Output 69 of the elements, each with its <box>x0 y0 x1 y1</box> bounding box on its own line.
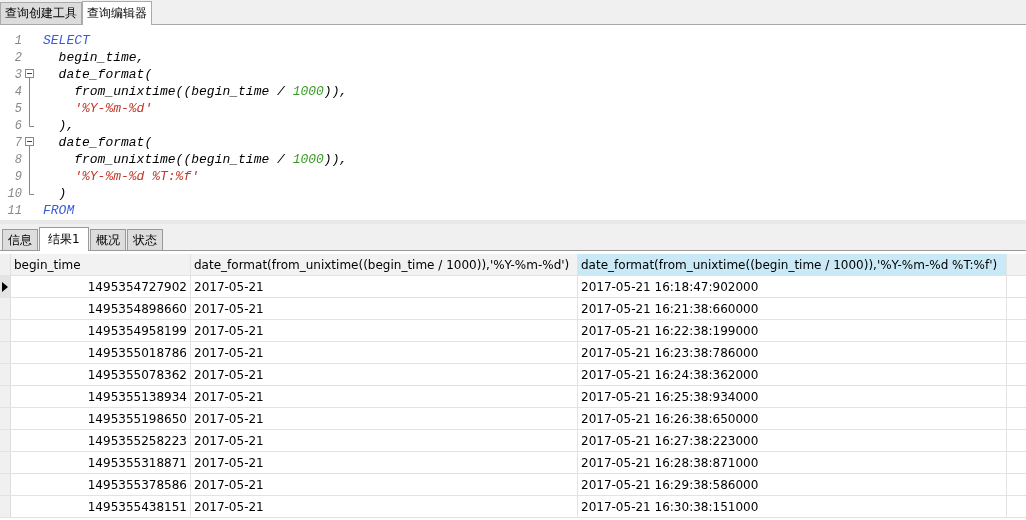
code-line: date_format( <box>57 67 153 82</box>
table-cell: 2017-05-21 <box>191 342 578 363</box>
result-tab[interactable]: 概况 <box>89 229 126 250</box>
result-tab[interactable]: 信息 <box>2 229 38 250</box>
fold-end-line <box>29 185 34 195</box>
table-cell: 2017-05-21 16:27:38:223000 <box>578 430 1007 451</box>
current-row-icon <box>2 281 8 292</box>
table-cell: 2017-05-21 16:25:38:934000 <box>578 386 1007 407</box>
table-cell: 2017-05-21 <box>191 298 578 319</box>
code-line: SELECT <box>43 33 90 48</box>
line-number: 8 <box>13 152 22 167</box>
line-number: 5 <box>13 101 22 116</box>
table-cell: 2017-05-21 <box>191 408 578 429</box>
result-tab[interactable]: 结果1 <box>39 227 89 251</box>
line-number: 3 <box>13 67 22 82</box>
table-cell: 2017-05-21 <box>191 364 578 385</box>
table-cell: 2017-05-21 16:28:38:871000 <box>578 452 1007 473</box>
table-cell: 1495354958199 <box>11 320 191 341</box>
code-line: from_unixtime((begin_time / 1000)), <box>73 152 348 167</box>
line-number: 7 <box>13 135 22 150</box>
table-cell: 1495355198650 <box>11 408 191 429</box>
table-cell: 2017-05-21 <box>191 386 578 407</box>
editor-tab[interactable]: 查询创建工具 <box>0 2 82 24</box>
collapse-icon[interactable] <box>25 134 34 151</box>
code-line: begin_time, <box>57 50 145 65</box>
table-cell: 2017-05-21 <box>191 320 578 341</box>
table-cell: 1495355438151 <box>11 496 191 517</box>
fold-end-line <box>29 117 34 127</box>
table-cell: 2017-05-21 16:29:38:586000 <box>578 474 1007 495</box>
line-number: 9 <box>13 169 22 184</box>
line-number: 10 <box>6 186 22 201</box>
table-cell: 1495355318871 <box>11 452 191 473</box>
table-cell: 2017-05-21 16:30:38:151000 <box>578 496 1007 517</box>
table-cell: 2017-05-21 16:18:47:902000 <box>578 276 1007 297</box>
code-line: from_unixtime((begin_time / 1000)), <box>73 84 348 99</box>
table-cell: 1495355258223 <box>11 430 191 451</box>
code-line: ) <box>57 186 67 201</box>
code-line: FROM <box>43 203 75 218</box>
collapse-icon[interactable] <box>25 66 34 83</box>
column-header[interactable]: begin_time <box>11 254 191 275</box>
table-cell: 1495355378586 <box>11 474 191 495</box>
table-cell: 2017-05-21 16:21:38:660000 <box>578 298 1007 319</box>
table-cell: 2017-05-21 <box>191 496 578 517</box>
code-line: '%Y-%m-%d %T:%f' <box>73 169 200 184</box>
editor-tab[interactable]: 查询编辑器 <box>82 1 152 25</box>
table-cell: 2017-05-21 <box>191 452 578 473</box>
table-cell: 2017-05-21 <box>191 276 578 297</box>
table-cell: 1495354898660 <box>11 298 191 319</box>
table-cell: 2017-05-21 <box>191 430 578 451</box>
table-cell: 2017-05-21 16:26:38:650000 <box>578 408 1007 429</box>
line-number: 4 <box>13 84 22 99</box>
code-line: ), <box>57 118 75 133</box>
code-line: '%Y-%m-%d' <box>73 101 153 116</box>
line-number: 1 <box>13 33 22 48</box>
table-cell: 1495355078362 <box>11 364 191 385</box>
result-tab[interactable]: 状态 <box>126 229 163 250</box>
line-number: 6 <box>13 118 22 133</box>
table-cell: 2017-05-21 16:23:38:786000 <box>578 342 1007 363</box>
table-cell: 1495355138934 <box>11 386 191 407</box>
table-cell: 2017-05-21 16:22:38:199000 <box>578 320 1007 341</box>
table-cell: 2017-05-21 <box>191 474 578 495</box>
row-header[interactable] <box>0 276 11 297</box>
table-cell: 1495354727902 <box>11 276 191 297</box>
table-cell: 2017-05-21 16:24:38:362000 <box>578 364 1007 385</box>
column-header[interactable]: date_format(from_unixtime((begin_time / 1000)),'%Y-%m-%d %T:%f') <box>578 254 1007 275</box>
line-number: 2 <box>13 50 22 65</box>
line-number: 11 <box>6 203 22 218</box>
table-cell: 1495355018786 <box>11 342 191 363</box>
code-line: date_format( <box>57 135 153 150</box>
